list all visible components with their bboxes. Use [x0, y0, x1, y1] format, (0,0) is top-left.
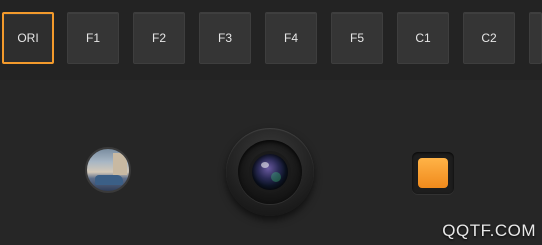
- photo-thumbnail-icon: [113, 153, 127, 175]
- filter-button-f2[interactable]: F2: [133, 12, 185, 64]
- record-button[interactable]: [412, 152, 454, 194]
- lens-reflection-green: [271, 172, 281, 182]
- gallery-thumbnail-button[interactable]: [85, 147, 131, 193]
- filter-button-f4[interactable]: F4: [265, 12, 317, 64]
- thumbnail-car-shape: [95, 175, 123, 185]
- shutter-button[interactable]: [226, 128, 314, 216]
- filter-button-ori[interactable]: ORI: [2, 12, 54, 64]
- record-stop-icon: [418, 158, 448, 188]
- lens-shine: [261, 162, 269, 168]
- camera-lens-icon: [252, 154, 288, 190]
- shutter-ring: [238, 140, 302, 204]
- watermark-text: QQTF.COM: [442, 221, 536, 240]
- filter-button-partial[interactable]: [529, 12, 542, 64]
- filter-button-f5[interactable]: F5: [331, 12, 383, 64]
- filter-button-f3[interactable]: F3: [199, 12, 251, 64]
- filter-button-f1[interactable]: F1: [67, 12, 119, 64]
- filter-button-c1[interactable]: C1: [397, 12, 449, 64]
- filter-bar: ORI F1 F2 F3 F4 F5 C1 C2: [0, 0, 542, 80]
- filter-button-c2[interactable]: C2: [463, 12, 515, 64]
